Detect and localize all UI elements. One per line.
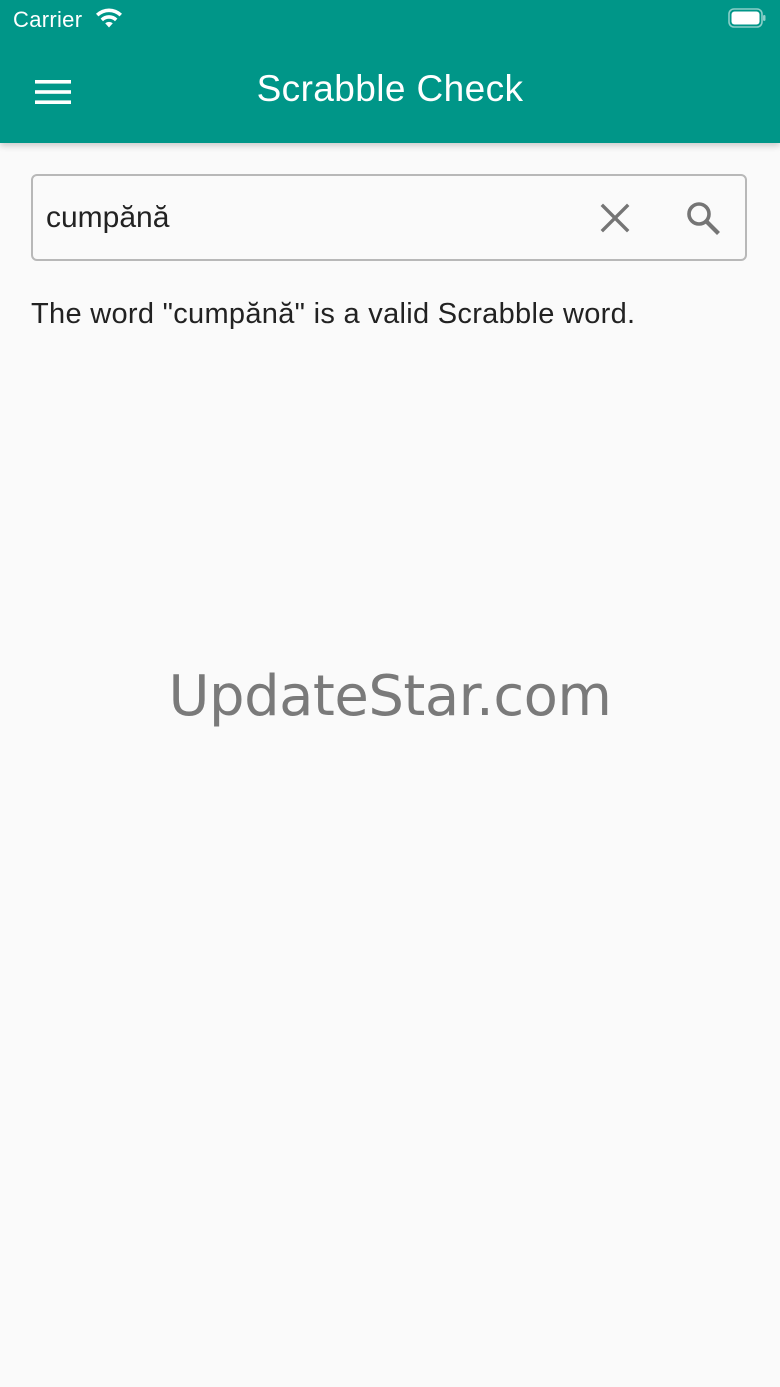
search-icon <box>687 202 720 235</box>
battery-icon <box>728 8 766 28</box>
screen: Carrier Scrabble Check cumpănă The word … <box>0 0 780 1387</box>
wifi-icon <box>96 8 122 28</box>
watermark: UpdateStar.com <box>168 664 612 729</box>
search-button[interactable] <box>675 190 731 246</box>
page-title: Scrabble Check <box>256 68 524 109</box>
result-message: The word "cumpănă" is a valid Scrabble w… <box>31 298 636 330</box>
clear-button[interactable] <box>587 190 643 246</box>
search-input[interactable] <box>46 176 576 259</box>
status-bar: Carrier <box>0 0 780 40</box>
app-bar: Carrier Scrabble Check <box>0 0 780 143</box>
close-icon <box>600 203 630 233</box>
carrier-label: Carrier <box>13 7 83 32</box>
search-field[interactable] <box>31 174 747 261</box>
